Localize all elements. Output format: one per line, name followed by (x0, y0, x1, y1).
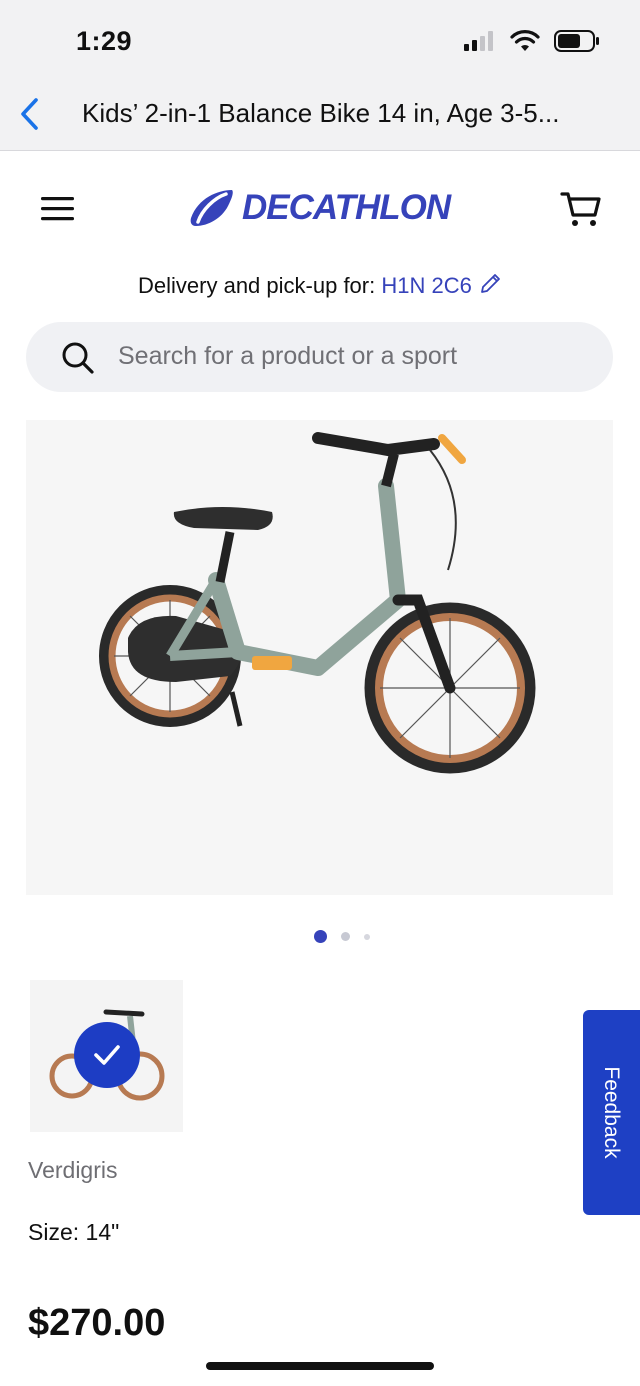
size-label: Size: 14" (28, 1219, 120, 1245)
browser-nav-bar: Kids’ 2-in-1 Balance Bike 14 in, Age 3-5… (0, 80, 640, 151)
selected-check-badge (74, 1022, 140, 1088)
home-indicator (206, 1362, 434, 1370)
delivery-location: Delivery and pick-up for: H1N 2C6 (0, 272, 640, 299)
cart-icon (560, 192, 601, 226)
feedback-label: Feedback (600, 1066, 624, 1159)
chevron-left-icon (21, 98, 38, 130)
product-price: $270.00 (28, 1302, 166, 1344)
gallery-dot[interactable] (341, 932, 350, 941)
gallery-dot[interactable] (364, 933, 370, 940)
search-icon (62, 342, 94, 374)
search-placeholder: Search for a product or a sport (118, 342, 458, 370)
gallery-dot-active[interactable] (314, 930, 327, 943)
gallery-pagination (314, 930, 370, 943)
color-swatch-selected[interactable] (30, 980, 183, 1132)
decathlon-logo-icon (190, 190, 233, 226)
delivery-label: Delivery and pick-up for: (138, 273, 376, 298)
site-header: DECATHLON (0, 152, 640, 264)
product-image-gallery[interactable] (26, 420, 613, 895)
menu-button[interactable] (40, 194, 76, 224)
check-icon (94, 1045, 120, 1065)
postal-code-link[interactable]: H1N 2C6 (381, 273, 471, 298)
battery-icon (554, 30, 599, 52)
wifi-icon (510, 30, 540, 51)
back-button[interactable] (12, 94, 46, 134)
hamburger-menu-icon (41, 197, 74, 221)
feedback-tab[interactable]: Feedback (583, 1010, 640, 1215)
page-title: Kids’ 2-in-1 Balance Bike 14 in, Age 3-5… (82, 98, 560, 128)
status-time: 1:29 (76, 26, 133, 56)
search-input[interactable]: Search for a product or a sport (26, 322, 613, 392)
logo-text: DECATHLON (242, 188, 451, 227)
cart-button[interactable] (560, 188, 602, 230)
pencil-icon[interactable] (478, 272, 502, 296)
status-icons (464, 30, 600, 52)
signal-icon (464, 31, 493, 51)
decathlon-logo[interactable]: DECATHLON (188, 188, 451, 228)
color-name: Verdigris (28, 1157, 118, 1183)
balance-bike-image (99, 432, 536, 774)
status-bar: 1:29 (0, 0, 640, 80)
